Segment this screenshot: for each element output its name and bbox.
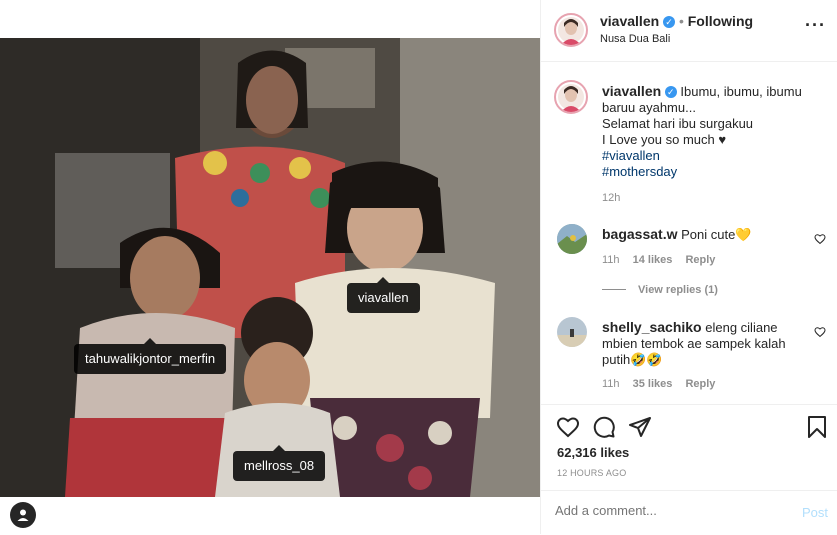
avatar-portrait-icon [561,19,581,45]
more-options-icon[interactable]: ··· [805,16,826,34]
comment-time[interactable]: 11h [602,378,620,390]
like-comment-heart-icon[interactable] [814,326,826,338]
photo-tag-tahuwalikjontor-merfin[interactable]: tahuwalikjontor_merfin [74,338,227,374]
avatar-landscape-icon [557,224,587,254]
photo-illustration [0,38,540,497]
verified-icon: ✓ [664,86,677,98]
header-author-line: viavallen ✓ • Following [600,13,753,29]
avatar-beach-icon [557,317,587,347]
comment-text: bagassat.w Poni cute💛 [602,226,792,243]
post-timestamp[interactable]: 12 HOURS AGO [557,468,626,478]
save-bookmark-icon[interactable] [806,415,828,439]
verified-icon: ✓ [663,16,676,28]
header-location[interactable]: Nusa Dua Bali [600,33,670,45]
header-username[interactable]: viavallen [600,13,659,29]
tag-username: viavallen [358,290,409,305]
caption-username[interactable]: viavallen [602,83,661,99]
caption-text: viavallen ✓ Ibumu, ibumu, ibumu baruu ay… [602,83,827,180]
photo-tag-viavallen[interactable]: viavallen [347,277,420,313]
comment-reply-button[interactable]: Reply [685,378,715,390]
follow-status-button[interactable]: Following [688,13,753,29]
post-details-panel: viavallen ✓ • Following Nusa Dua Bali ··… [540,0,837,534]
tag-username: tahuwalikjontor_merfin [85,351,216,366]
caption-line-1: Ibumu, ibumu, ibumu [680,84,802,99]
comment-bubble-icon[interactable] [592,415,616,439]
tagged-users-button[interactable] [10,502,36,528]
user-icon [17,509,29,521]
photo-tag-mellross-08[interactable]: mellross_08 [233,445,326,481]
comment-time[interactable]: 11h [602,254,620,266]
caption-author-avatar[interactable] [554,80,588,114]
post-actions: 62,316 likes 12 HOURS AGO [541,404,837,478]
avatar-portrait-icon [561,86,581,112]
tag-username: mellross_08 [244,458,315,473]
header-separator: • [678,13,684,29]
add-comment-input[interactable] [555,503,775,518]
comment-text: shelly_sachiko eleng ciliane mbien tembo… [602,319,802,368]
post-media-panel: viavallen tahuwalikjontor_merfin mellros… [0,0,540,534]
like-heart-icon[interactable] [556,415,580,439]
comment-body: Poni cute💛 [681,227,752,242]
comment-avatar[interactable] [557,224,587,254]
caption-time[interactable]: 12h [602,192,620,204]
caption-line-4: I Love you so much ♥ [602,132,727,147]
post-comment-button[interactable]: Post [802,505,828,520]
author-avatar[interactable] [554,13,588,47]
likes-count[interactable]: 62,316 likes [557,445,629,460]
hashtag-link[interactable]: #viavallen [602,148,660,163]
like-comment-heart-icon[interactable] [814,233,826,245]
comment-likes[interactable]: 35 likes [633,378,673,390]
comment-username[interactable]: shelly_sachiko [602,319,702,335]
comment-avatar[interactable] [557,317,587,347]
comment-reply-button[interactable]: Reply [685,254,715,266]
add-comment-bar: Post [541,490,837,535]
comment-meta: 11h 35 likes Reply [602,378,715,390]
caption-line-3: Selamat hari ibu surgakuu [602,116,754,131]
post-header: viavallen ✓ • Following Nusa Dua Bali ··… [541,0,837,62]
comment-username[interactable]: bagassat.w [602,226,677,242]
post-photo[interactable]: viavallen tahuwalikjontor_merfin mellros… [0,38,540,497]
comment-likes[interactable]: 14 likes [633,254,673,266]
caption-line-2: baruu ayahmu... [602,100,696,115]
comment-meta: 11h 14 likes Reply [602,254,715,266]
view-replies-button[interactable]: View replies (1) [638,284,718,296]
replies-divider [602,289,626,290]
share-paper-plane-icon[interactable] [628,415,652,439]
hashtag-link[interactable]: #mothersday [602,164,677,179]
